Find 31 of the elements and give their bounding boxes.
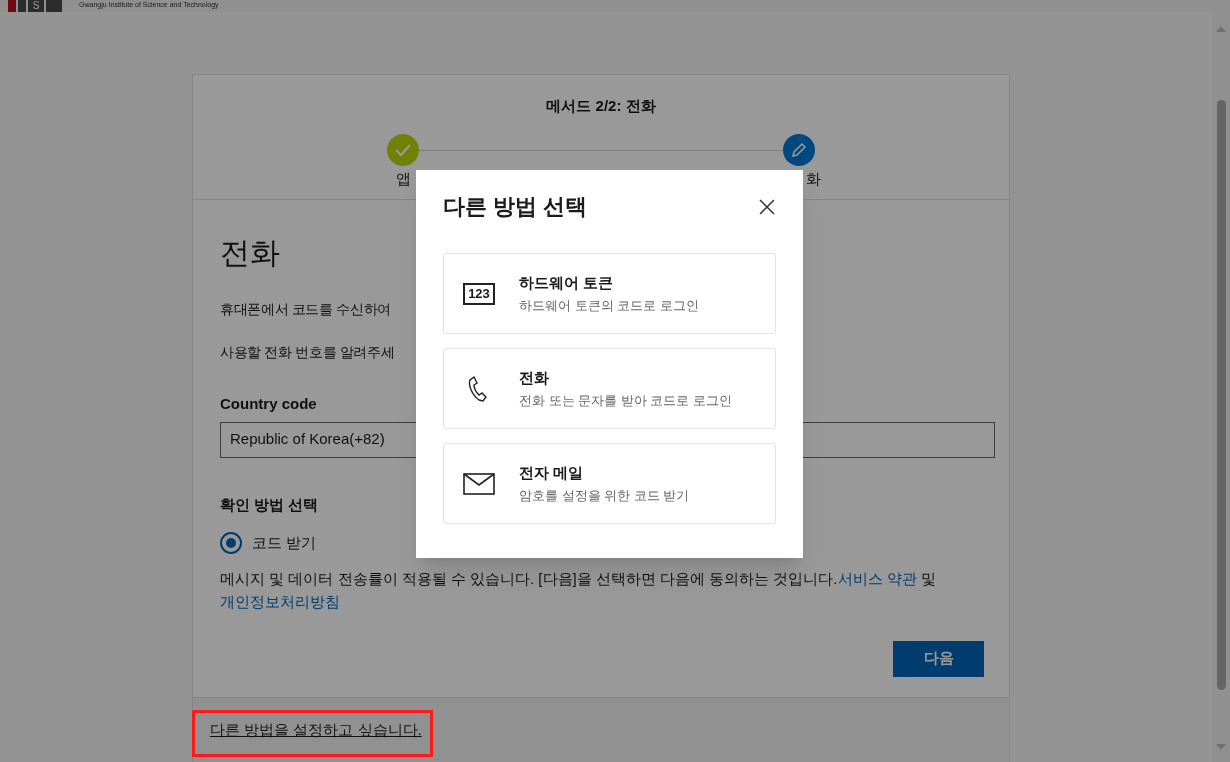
next-button[interactable]: 다음 xyxy=(893,640,984,677)
privacy-link[interactable]: 개인정보처리방침 xyxy=(220,592,340,610)
option-title: 하드웨어 토큰 xyxy=(519,272,615,293)
keypad-icon: 123 xyxy=(463,282,495,305)
field-label: Country code xyxy=(220,394,317,414)
disclaimer-text: 메시지 및 데이터 전송률이 적용될 수 있습니다. [다음]을 선택하면 다음에 동의하는 것입니다.서비스 약관 및 개인정보처리방침 xyxy=(220,568,937,612)
scroll-up-icon[interactable] xyxy=(1216,26,1226,32)
dialog-title: 다른 방법 선택 xyxy=(443,193,588,221)
intro-text: 휴대폰에서 코드를 수신하여 xyxy=(220,300,391,319)
close-icon[interactable] xyxy=(759,198,775,215)
page-heading: 전화 xyxy=(220,235,281,271)
option-description: 하드웨어 토큰의 코드로 로그인 xyxy=(519,297,699,315)
terms-link[interactable]: 서비스 약관 xyxy=(837,569,917,587)
radio-label: 코드 받기 xyxy=(252,533,317,553)
envelope-icon xyxy=(463,472,495,495)
step-label: 앱 xyxy=(395,168,411,189)
alternate-method-link[interactable]: 다른 방법을 설정하고 싶습니다. xyxy=(210,721,422,738)
option-title: 전화 xyxy=(519,367,550,388)
radio-button[interactable] xyxy=(220,532,242,555)
wizard-title: 메서드 2/2: 전화 xyxy=(546,96,656,116)
option-description: 전화 또는 문자를 받아 코드로 로그인 xyxy=(519,392,733,410)
scrollbar[interactable] xyxy=(1212,0,1230,762)
method-option[interactable]: 전자 메일 암호를 설정을 위한 코드 받기 xyxy=(443,443,776,524)
method-option[interactable]: 123 하드웨어 토큰 하드웨어 토큰의 코드로 로그인 xyxy=(443,253,776,334)
option-description: 암호를 설정을 위한 코드 받기 xyxy=(519,487,690,505)
option-title: 전자 메일 xyxy=(519,462,585,483)
section-label: 확인 방법 선택 xyxy=(220,494,319,515)
method-option[interactable]: 전화 전화 또는 문자를 받아 코드로 로그인 xyxy=(443,348,776,429)
prompt-text: 사용할 전화 번호를 알려주세 xyxy=(220,343,395,362)
scroll-down-icon[interactable] xyxy=(1216,744,1226,750)
step-label: 화 xyxy=(805,168,821,189)
